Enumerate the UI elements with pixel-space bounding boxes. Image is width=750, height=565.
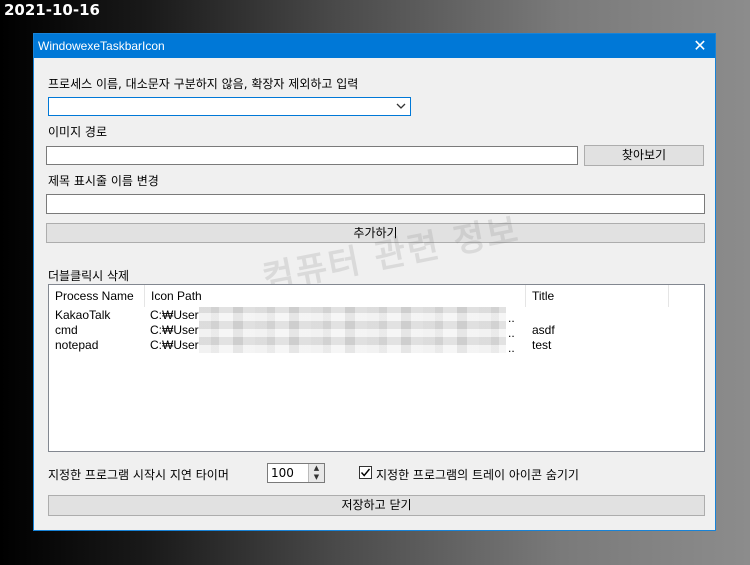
delay-timer-label: 지정한 프로그램 시작시 지연 타이머 — [48, 468, 229, 482]
row-path: C:₩User — [150, 338, 199, 352]
column-process-name[interactable]: Process Name — [49, 285, 145, 307]
row-path: C:₩User — [150, 308, 199, 322]
row-process: notepad — [55, 338, 99, 352]
title-bar: WindowexeTaskbarIcon ✕ — [34, 34, 715, 58]
row-process: cmd — [55, 323, 78, 337]
save-and-close-button[interactable]: 저장하고 닫기 — [48, 495, 705, 516]
row-path-ellipsis: .. — [508, 341, 515, 355]
hide-tray-checkbox[interactable] — [359, 466, 372, 479]
process-list[interactable]: Process Name Icon Path Title KakaoTalk C… — [48, 284, 705, 452]
app-window: WindowexeTaskbarIcon ✕ 프로세스 이름, 대소문자 구분하… — [33, 33, 716, 531]
row-process: KakaoTalk — [55, 308, 111, 322]
date-stamp: 2021-10-16 — [4, 1, 100, 19]
process-name-label: 프로세스 이름, 대소문자 구분하지 않음, 확장자 제외하고 입력 — [48, 77, 359, 91]
window-title: WindowexeTaskbarIcon — [38, 39, 165, 53]
process-name-combo[interactable] — [48, 97, 411, 116]
title-label: 제목 표시줄 이름 변경 — [48, 174, 159, 188]
chevron-down-icon[interactable] — [395, 99, 407, 115]
double-click-delete-label: 더블클릭시 삭제 — [48, 269, 130, 283]
image-path-label: 이미지 경로 — [48, 125, 108, 139]
image-path-input[interactable] — [46, 146, 578, 165]
row-path: C:₩User — [150, 323, 199, 337]
row-title: asdf — [532, 323, 555, 337]
redaction-mosaic — [199, 307, 506, 353]
browse-button[interactable]: 찾아보기 — [584, 145, 704, 166]
close-icon[interactable]: ✕ — [685, 34, 715, 58]
add-button[interactable]: 추가하기 — [46, 223, 705, 243]
spin-down-icon[interactable]: ▼ — [308, 473, 324, 482]
title-input[interactable] — [46, 194, 705, 214]
row-title: test — [532, 338, 552, 352]
delay-timer-stepper[interactable]: 100 ▲ ▼ — [267, 463, 325, 483]
list-header: Process Name Icon Path Title — [49, 285, 704, 307]
delay-timer-value: 100 — [271, 466, 294, 480]
column-icon-path[interactable]: Icon Path — [145, 285, 526, 307]
hide-tray-label[interactable]: 지정한 프로그램의 트레이 아이콘 숨기기 — [376, 466, 579, 483]
column-title[interactable]: Title — [526, 285, 669, 307]
